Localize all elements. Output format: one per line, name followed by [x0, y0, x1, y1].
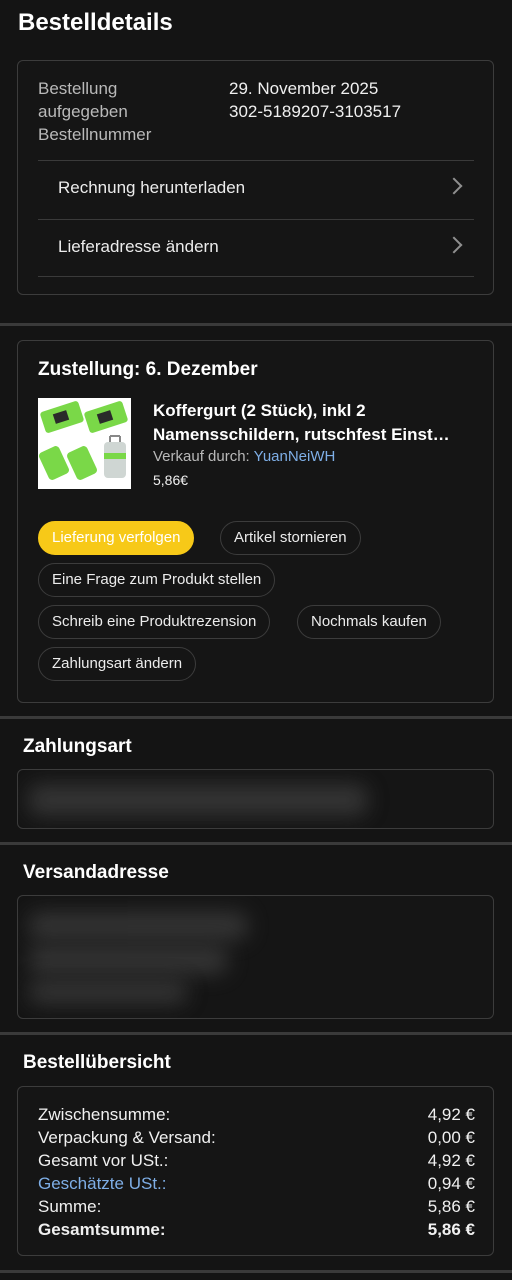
summary-card: Zwischensumme: 4,92 € Verpackung & Versa…: [17, 1086, 494, 1256]
order-date: 29. November 2025: [229, 79, 379, 98]
section-divider: [0, 323, 512, 326]
download-invoice-label: Rechnung herunterladen: [58, 178, 246, 197]
summary-label: Gesamtsumme:: [38, 1220, 166, 1239]
summary-row-total: Gesamtsumme: 5,86 €: [38, 1218, 475, 1241]
change-address-label: Lieferadresse ändern: [58, 237, 219, 256]
redacted-payment-info: [28, 784, 368, 816]
cancel-item-button[interactable]: Artikel stornieren: [220, 521, 361, 555]
summary-amount: 5,86 €: [427, 1197, 475, 1216]
write-review-button[interactable]: Schreib eine Produktrezension: [38, 605, 271, 639]
order-number-label: Bestellnummer: [38, 125, 152, 144]
redacted-address-line: [28, 912, 248, 940]
summary-row-sum: Summe: 5,86 €: [38, 1195, 475, 1218]
chevron-right-icon: [445, 236, 463, 254]
shipping-card: [17, 895, 494, 1019]
payment-heading: Zahlungsart: [23, 736, 132, 757]
summary-amount: 5,86 €: [427, 1220, 475, 1239]
summary-amount: 4,92 €: [427, 1151, 475, 1170]
summary-row-tax: Geschätzte USt.: 0,94 €: [38, 1172, 475, 1195]
redacted-address-line: [28, 946, 228, 974]
summary-amount: 4,92 €: [427, 1105, 475, 1124]
download-invoice-link[interactable]: Rechnung herunterladen: [38, 160, 474, 218]
page-title: Bestelldetails: [18, 9, 173, 36]
buy-again-button[interactable]: Nochmals kaufen: [297, 605, 441, 639]
section-divider: [0, 1270, 512, 1273]
payment-card[interactable]: [17, 769, 494, 829]
order-placed-label-line2: aufgegeben: [38, 102, 128, 121]
section-divider: [0, 842, 512, 845]
section-divider: [0, 716, 512, 719]
summary-row-pretax: Gesamt vor USt.: 4,92 €: [38, 1149, 475, 1172]
ask-question-button[interactable]: Eine Frage zum Produkt stellen: [38, 563, 276, 597]
summary-label: Verpackung & Versand:: [38, 1128, 216, 1147]
order-number: 302-5189207-3103517: [229, 102, 402, 121]
summary-label: Zwischensumme:: [38, 1105, 171, 1124]
summary-label: Gesamt vor USt.:: [38, 1151, 169, 1170]
shipping-heading: Versandadresse: [23, 862, 169, 883]
seller-link[interactable]: YuanNeiWH: [254, 448, 336, 465]
order-placed-label: Bestellung aufgegeben Bestellnummer: [38, 77, 208, 146]
product-image[interactable]: [38, 398, 131, 489]
section-divider: [0, 1032, 512, 1035]
chevron-right-icon: [445, 177, 463, 195]
product-title-line1: Koffergurt (2 Stück), inkl 2: [153, 401, 366, 420]
product-price: 5,86€: [153, 472, 189, 488]
order-info-card: Bestellung aufgegeben Bestellnummer 29. …: [17, 60, 494, 295]
summary-label: Summe:: [38, 1197, 102, 1216]
estimated-tax-link[interactable]: Geschätzte USt.:: [38, 1174, 167, 1193]
delivery-heading: Zustellung: 6. Dezember: [38, 359, 258, 380]
seller-info: Verkauf durch: YuanNeiWH: [153, 448, 335, 465]
summary-amount: 0,94 €: [427, 1174, 475, 1193]
seller-label: Verkauf durch:: [153, 448, 250, 465]
order-placed-label-line1: Bestellung: [38, 79, 118, 98]
summary-amount: 0,00 €: [427, 1128, 475, 1147]
redacted-address-line: [28, 980, 188, 1004]
product-title-line2: Namensschildern, rutschfest Einst…: [153, 425, 450, 444]
summary-row-subtotal: Zwischensumme: 4,92 €: [38, 1103, 475, 1126]
change-payment-button[interactable]: Zahlungsart ändern: [38, 647, 197, 681]
luggage-strap-image: [39, 401, 128, 480]
delivery-card: Zustellung: 6. Dezember Koffergurt (2 St…: [17, 340, 494, 703]
summary-heading: Bestellübersicht: [23, 1052, 171, 1073]
product-title[interactable]: Koffergurt (2 Stück), inkl 2 Namensschil…: [153, 399, 483, 447]
summary-row-shipping: Verpackung & Versand: 0,00 €: [38, 1126, 475, 1149]
change-address-link[interactable]: Lieferadresse ändern: [38, 219, 474, 277]
track-delivery-button[interactable]: Lieferung verfolgen: [38, 521, 195, 555]
